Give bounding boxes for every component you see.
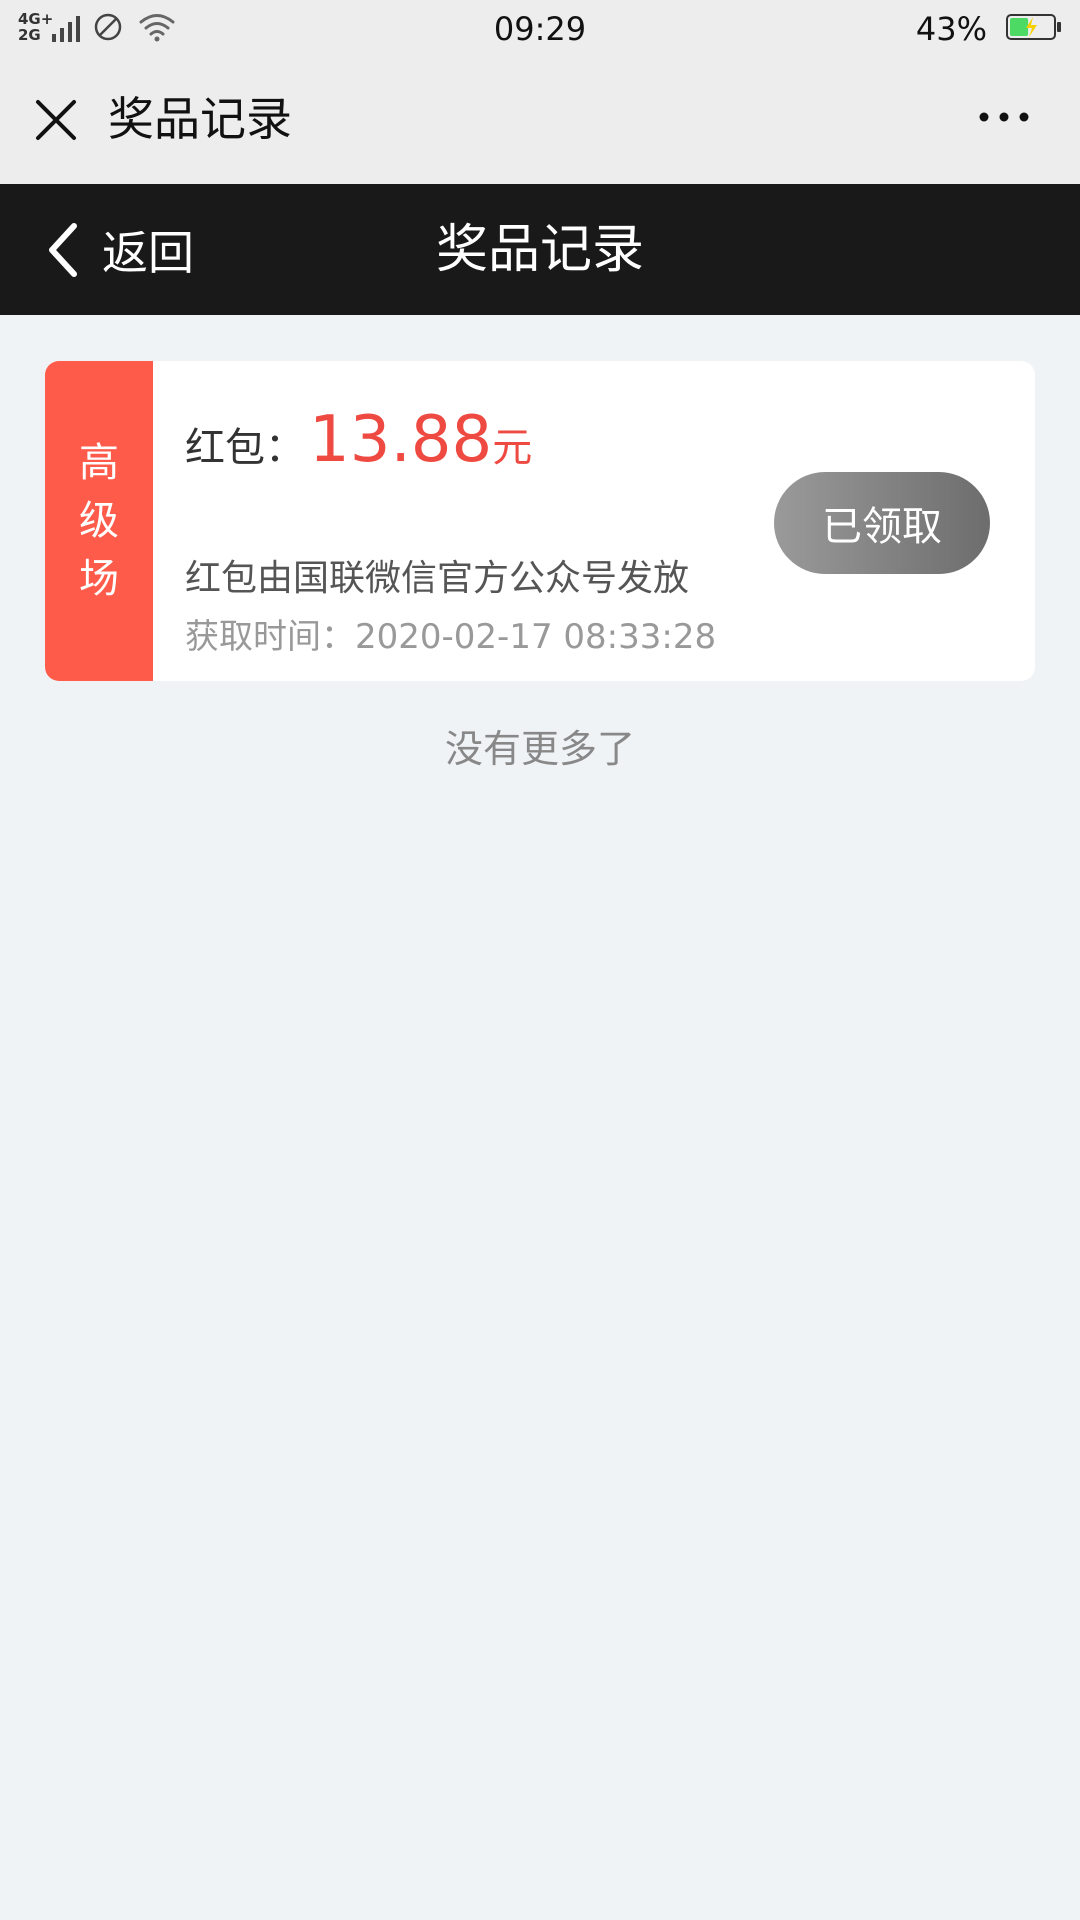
- level-tag-char: 高: [79, 440, 119, 486]
- close-icon[interactable]: [34, 98, 78, 142]
- page-nav-bar: 返回 奖品记录: [0, 184, 1080, 315]
- level-tag-char: 级: [79, 498, 119, 544]
- prize-amount: 13.88: [309, 403, 493, 477]
- level-tag: 高 级 场: [45, 361, 153, 681]
- obtain-time-label: 获取时间：: [185, 617, 355, 657]
- prize-unit: 元: [492, 425, 533, 471]
- page-title: 奖品记录: [435, 220, 644, 280]
- wechat-title: 奖品记录: [108, 92, 292, 146]
- issuer-text: 红包由国联微信官方公众号发放: [185, 558, 690, 599]
- obtain-time-value: 2020-02-17 08:33:28: [355, 617, 717, 657]
- level-tag-char: 场: [79, 556, 119, 602]
- no-more-text: 没有更多了: [444, 727, 635, 771]
- prize-amount-line: 红包： 13.88 元: [185, 403, 532, 477]
- prize-label: 红包：: [185, 425, 305, 471]
- battery-charging-icon: [1006, 14, 1061, 40]
- prize-record-card: 高 级 场 红包： 13.88 元 红包由国联微信官方公众号发放 获取时间：20…: [45, 361, 1035, 681]
- obtain-time: 获取时间：2020-02-17 08:33:28: [185, 609, 716, 658]
- more-dots-icon[interactable]: [976, 106, 1032, 128]
- wechat-header: 奖品记录: [0, 56, 1080, 184]
- claimed-button[interactable]: 已领取: [774, 472, 990, 574]
- battery-percent: 43%: [915, 10, 987, 48]
- status-bar: 4G+ 2G 09:29 43%: [0, 0, 1080, 56]
